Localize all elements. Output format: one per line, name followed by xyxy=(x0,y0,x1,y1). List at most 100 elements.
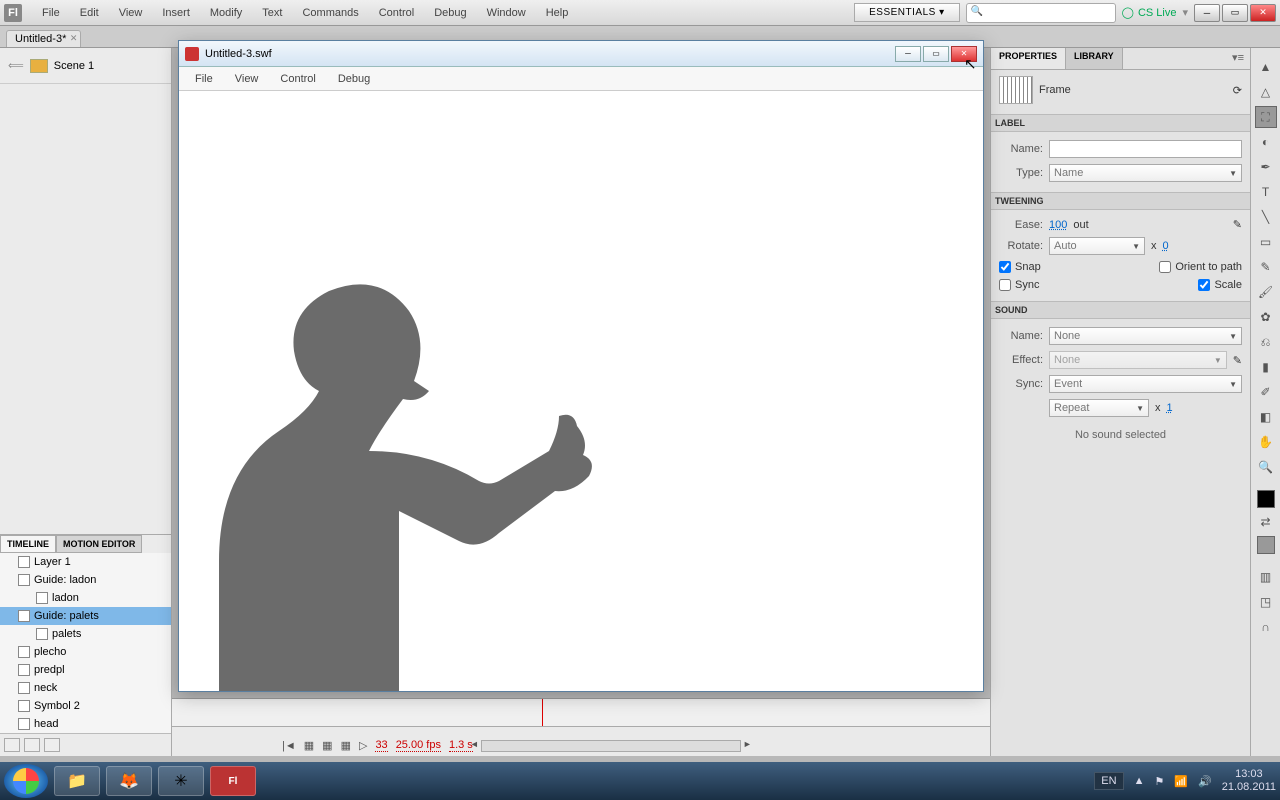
menu-file[interactable]: File xyxy=(32,3,70,23)
app-close-button[interactable]: ✕ xyxy=(1250,4,1276,22)
menu-commands[interactable]: Commands xyxy=(292,3,368,23)
document-tab[interactable]: Untitled-3* ✕ xyxy=(6,30,81,47)
brush-tool-icon[interactable]: 🖌 xyxy=(1255,281,1277,303)
task-explorer[interactable]: 📁 xyxy=(54,766,100,796)
app-minimize-button[interactable]: ─ xyxy=(1194,4,1220,22)
menu-debug[interactable]: Debug xyxy=(424,3,476,23)
menu-help[interactable]: Help xyxy=(536,3,579,23)
swf-close-button[interactable]: ✕ xyxy=(951,46,977,62)
free-transform-tool-icon[interactable]: ⛶ xyxy=(1255,106,1277,128)
sound-name-select[interactable]: None xyxy=(1049,327,1242,345)
swf-menu-control[interactable]: Control xyxy=(270,69,325,89)
menu-modify[interactable]: Modify xyxy=(200,3,252,23)
snap-option-icon[interactable]: ∩ xyxy=(1255,616,1277,638)
menu-view[interactable]: View xyxy=(109,3,153,23)
workspace-selector[interactable]: ESSENTIALS ▾ xyxy=(854,3,960,22)
layer-row[interactable]: Layer 1 xyxy=(0,553,171,571)
swf-menu-view[interactable]: View xyxy=(225,69,269,89)
sound-effect-select[interactable]: None xyxy=(1049,351,1227,369)
label-type-select[interactable]: Name xyxy=(1049,164,1242,182)
snap-checkbox[interactable]: Snap xyxy=(999,261,1041,273)
circle-arrow-icon[interactable]: ⟳ xyxy=(1233,84,1242,97)
swap-colors-icon[interactable]: ⇄ xyxy=(1255,511,1277,533)
fps-value[interactable]: 25.00 fps xyxy=(396,739,441,752)
option-2-icon[interactable]: ◳ xyxy=(1255,591,1277,613)
sound-sync-select[interactable]: Event xyxy=(1049,375,1242,393)
menu-edit[interactable]: Edit xyxy=(70,3,109,23)
eraser-tool-icon[interactable]: ◧ xyxy=(1255,406,1277,428)
language-indicator[interactable]: EN xyxy=(1094,772,1123,790)
fill-color-swatch[interactable] xyxy=(1257,536,1275,554)
task-flash[interactable]: Fl xyxy=(210,766,256,796)
lasso-tool-icon[interactable]: ◐ xyxy=(1255,131,1277,153)
start-button[interactable] xyxy=(4,764,48,798)
stroke-color-swatch[interactable] xyxy=(1257,490,1275,508)
layer-row[interactable]: neck xyxy=(0,679,171,697)
new-folder-button[interactable] xyxy=(24,738,40,752)
ease-value[interactable]: 100 xyxy=(1049,219,1067,231)
tray-network-icon[interactable]: 📶 xyxy=(1174,775,1188,788)
close-icon[interactable]: ✕ xyxy=(70,33,78,44)
swf-menu-file[interactable]: File xyxy=(185,69,223,89)
repeat-count[interactable]: 1 xyxy=(1167,402,1173,414)
swf-minimize-button[interactable]: ─ xyxy=(895,46,921,62)
timeline-ruler[interactable] xyxy=(172,699,990,727)
delete-layer-button[interactable] xyxy=(44,738,60,752)
pencil-icon[interactable]: ✎ xyxy=(1233,218,1242,231)
new-layer-button[interactable] xyxy=(4,738,20,752)
tray-flag-icon[interactable]: ▲ xyxy=(1134,775,1145,787)
app-maximize-button[interactable]: ▭ xyxy=(1222,4,1248,22)
pencil-tool-icon[interactable]: ✎ xyxy=(1255,256,1277,278)
menu-text[interactable]: Text xyxy=(252,3,292,23)
sound-repeat-select[interactable]: Repeat xyxy=(1049,399,1149,417)
tab-motion-editor[interactable]: MOTION EDITOR xyxy=(56,535,142,553)
layer-row[interactable]: plecho xyxy=(0,643,171,661)
rotate-select[interactable]: Auto xyxy=(1049,237,1145,255)
bone-tool-icon[interactable]: ⎌ xyxy=(1255,331,1277,353)
layer-row[interactable]: ladon xyxy=(0,589,171,607)
eyedropper-tool-icon[interactable]: ✐ xyxy=(1255,381,1277,403)
sync-checkbox[interactable]: Sync xyxy=(999,279,1039,291)
pen-tool-icon[interactable]: ✒ xyxy=(1255,156,1277,178)
playhead[interactable] xyxy=(542,699,543,726)
selection-tool-icon[interactable]: ▲ xyxy=(1255,56,1277,78)
text-tool-icon[interactable]: T xyxy=(1255,181,1277,203)
layer-row[interactable]: Symbol 2 xyxy=(0,697,171,715)
swf-maximize-button[interactable]: ▭ xyxy=(923,46,949,62)
option-1-icon[interactable]: ▥ xyxy=(1255,566,1277,588)
pencil-icon[interactable]: ✎ xyxy=(1233,354,1242,367)
menu-insert[interactable]: Insert xyxy=(152,3,200,23)
scale-checkbox[interactable]: Scale xyxy=(1198,279,1242,291)
rectangle-tool-icon[interactable]: ▭ xyxy=(1255,231,1277,253)
clock-time[interactable]: 13:03 xyxy=(1222,768,1276,781)
layer-row[interactable]: palets xyxy=(0,625,171,643)
swf-menu-debug[interactable]: Debug xyxy=(328,69,380,89)
layer-row[interactable]: predpl xyxy=(0,661,171,679)
deco-tool-icon[interactable]: ✿ xyxy=(1255,306,1277,328)
tray-volume-icon[interactable]: 🔊 xyxy=(1198,775,1212,788)
current-frame[interactable]: 33 xyxy=(375,739,387,752)
tray-action-icon[interactable]: ⚑ xyxy=(1154,775,1164,788)
clock-date[interactable]: 21.08.2011 xyxy=(1222,781,1276,794)
tab-timeline[interactable]: TIMELINE xyxy=(0,535,56,553)
menu-window[interactable]: Window xyxy=(477,3,536,23)
layer-row[interactable]: Guide: palets xyxy=(0,607,171,625)
layer-row[interactable]: head xyxy=(0,715,171,733)
task-firefox[interactable]: 🦊 xyxy=(106,766,152,796)
label-name-input[interactable] xyxy=(1049,140,1242,158)
hand-tool-icon[interactable]: ✋ xyxy=(1255,431,1277,453)
timeline-scrollbar[interactable] xyxy=(481,740,741,752)
subselection-tool-icon[interactable]: △ xyxy=(1255,81,1277,103)
zoom-tool-icon[interactable]: 🔍 xyxy=(1255,456,1277,478)
rotate-times[interactable]: 0 xyxy=(1163,240,1169,252)
swf-titlebar[interactable]: Untitled-3.swf ─ ▭ ✕ xyxy=(179,41,983,67)
back-icon[interactable]: ⟸ xyxy=(8,59,24,72)
paint-bucket-tool-icon[interactable]: ▮ xyxy=(1255,356,1277,378)
layer-row[interactable]: Guide: ladon xyxy=(0,571,171,589)
tab-library[interactable]: LIBRARY xyxy=(1066,48,1123,69)
panel-menu-icon[interactable]: ▾≡ xyxy=(1226,48,1250,69)
line-tool-icon[interactable]: ╲ xyxy=(1255,206,1277,228)
search-input[interactable] xyxy=(966,3,1116,23)
cs-live-button[interactable]: CS Live xyxy=(1122,6,1177,19)
menu-control[interactable]: Control xyxy=(369,3,424,23)
